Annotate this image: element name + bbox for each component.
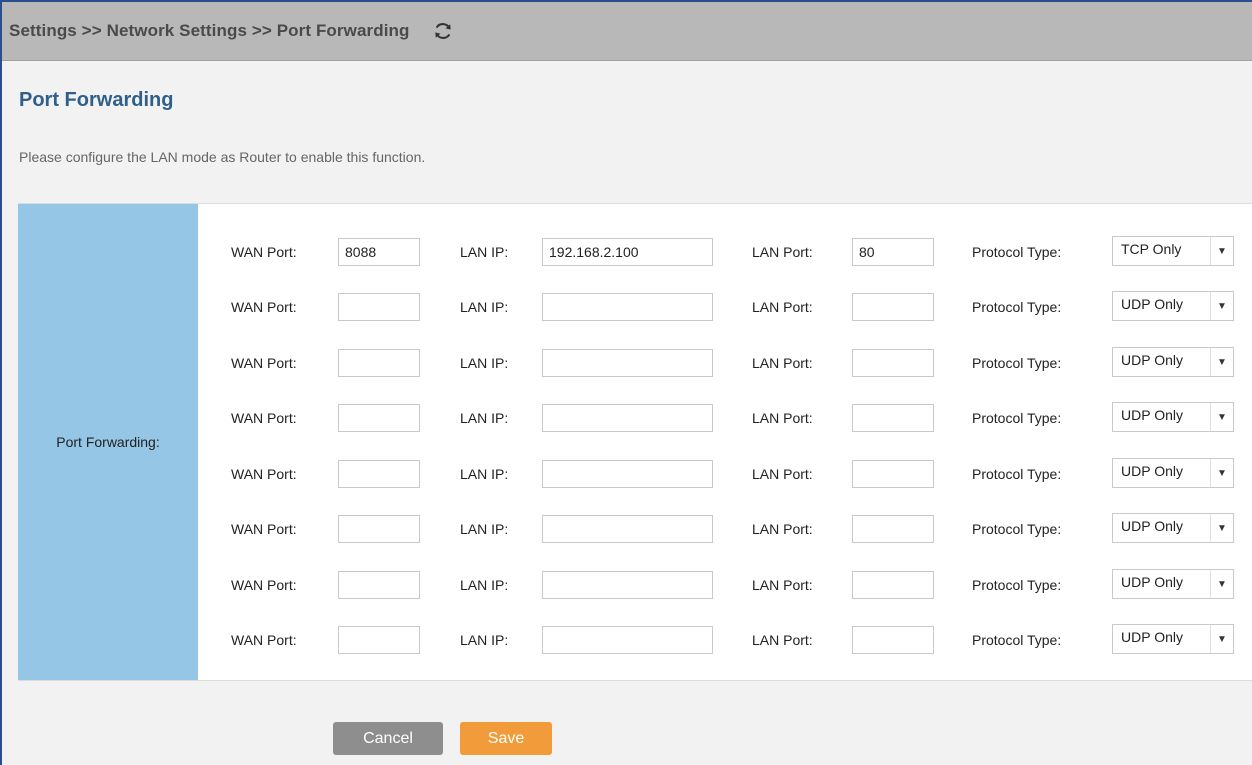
lan-ip-label: LAN IP: <box>460 299 509 315</box>
wan-port-input[interactable] <box>338 515 420 543</box>
wan-port-input[interactable] <box>338 460 420 488</box>
forwarding-rule-row: WAN Port: LAN IP: LAN Port: Protocol Type: U… <box>18 291 1252 323</box>
lan-ip-input[interactable] <box>542 460 713 488</box>
refresh-icon[interactable] <box>430 18 456 44</box>
lan-ip-input[interactable] <box>542 571 713 599</box>
wan-port-label: WAN Port: <box>231 410 297 426</box>
lan-ip-label: LAN IP: <box>460 410 509 426</box>
protocol-type-select[interactable]: UDP Only ▼ <box>1112 624 1234 654</box>
lan-ip-input[interactable] <box>542 626 713 654</box>
protocol-type-label: Protocol Type: <box>972 244 1062 260</box>
lan-ip-input[interactable] <box>542 349 713 377</box>
wan-port-label: WAN Port: <box>231 521 297 537</box>
protocol-type-label: Protocol Type: <box>972 577 1062 593</box>
wan-port-input[interactable] <box>338 404 420 432</box>
wan-port-label: WAN Port: <box>231 299 297 315</box>
protocol-selected-value: UDP Only <box>1121 463 1183 479</box>
lan-port-input[interactable] <box>852 238 934 266</box>
protocol-type-select[interactable]: UDP Only ▼ <box>1112 347 1234 377</box>
wan-port-input[interactable] <box>338 571 420 599</box>
wan-port-label: WAN Port: <box>231 632 297 648</box>
header-bar: Settings >> Network Settings >> Port For… <box>2 2 1252 61</box>
wan-port-label: WAN Port: <box>231 577 297 593</box>
lan-port-label: LAN Port: <box>752 355 813 371</box>
lan-ip-label: LAN IP: <box>460 244 509 260</box>
lan-port-input[interactable] <box>852 626 934 654</box>
lan-ip-label: LAN IP: <box>460 521 509 537</box>
section-label: Port Forwarding: <box>18 204 198 680</box>
lan-ip-label: LAN IP: <box>460 466 509 482</box>
protocol-type-label: Protocol Type: <box>972 466 1062 482</box>
forwarding-rule-row: WAN Port: LAN IP: LAN Port: Protocol Type: U… <box>18 624 1252 656</box>
wan-port-input[interactable] <box>338 349 420 377</box>
protocol-type-select[interactable]: UDP Only ▼ <box>1112 513 1234 543</box>
chevron-down-icon[interactable]: ▼ <box>1210 292 1233 320</box>
protocol-type-select[interactable]: UDP Only ▼ <box>1112 402 1234 432</box>
lan-port-label: LAN Port: <box>752 466 813 482</box>
lan-port-input[interactable] <box>852 460 934 488</box>
chevron-down-icon[interactable]: ▼ <box>1210 403 1233 431</box>
lan-port-input[interactable] <box>852 571 934 599</box>
breadcrumb: Settings >> Network Settings >> Port For… <box>9 21 410 40</box>
forwarding-rule-row: WAN Port: LAN IP: LAN Port: Protocol Type: U… <box>18 458 1252 490</box>
lan-port-input[interactable] <box>852 404 934 432</box>
lan-port-label: LAN Port: <box>752 577 813 593</box>
chevron-down-icon[interactable]: ▼ <box>1210 514 1233 542</box>
lan-port-input[interactable] <box>852 515 934 543</box>
chevron-down-icon[interactable]: ▼ <box>1210 625 1233 653</box>
lan-ip-label: LAN IP: <box>460 355 509 371</box>
protocol-selected-value: TCP Only <box>1121 241 1182 257</box>
chevron-down-icon[interactable]: ▼ <box>1210 237 1233 265</box>
lan-port-label: LAN Port: <box>752 410 813 426</box>
lan-ip-input[interactable] <box>542 515 713 543</box>
lan-port-label: LAN Port: <box>752 632 813 648</box>
chevron-down-icon[interactable]: ▼ <box>1210 348 1233 376</box>
protocol-type-label: Protocol Type: <box>972 410 1062 426</box>
protocol-type-label: Protocol Type: <box>972 632 1062 648</box>
protocol-selected-value: UDP Only <box>1121 407 1183 423</box>
lan-port-label: LAN Port: <box>752 299 813 315</box>
wan-port-label: WAN Port: <box>231 244 297 260</box>
forwarding-rule-row: WAN Port: LAN IP: LAN Port: Protocol Type: U… <box>18 347 1252 379</box>
chevron-down-icon[interactable]: ▼ <box>1210 459 1233 487</box>
chevron-down-icon[interactable]: ▼ <box>1210 570 1233 598</box>
cancel-button[interactable]: Cancel <box>333 722 443 755</box>
lan-ip-label: LAN IP: <box>460 577 509 593</box>
forwarding-rule-row: WAN Port: LAN IP: LAN Port: Protocol Type: T… <box>18 236 1252 268</box>
lan-mode-notice: Please configure the LAN mode as Router … <box>19 149 426 165</box>
protocol-selected-value: UDP Only <box>1121 518 1183 534</box>
lan-port-input[interactable] <box>852 349 934 377</box>
protocol-type-label: Protocol Type: <box>972 299 1062 315</box>
lan-port-input[interactable] <box>852 293 934 321</box>
port-forwarding-panel: Port Forwarding: WAN Port: LAN IP: LAN Por… <box>18 203 1252 681</box>
wan-port-input[interactable] <box>338 293 420 321</box>
lan-ip-label: LAN IP: <box>460 632 509 648</box>
lan-ip-input[interactable] <box>542 404 713 432</box>
forwarding-rule-row: WAN Port: LAN IP: LAN Port: Protocol Type: U… <box>18 513 1252 545</box>
page-title: Port Forwarding <box>19 89 174 111</box>
wan-port-label: WAN Port: <box>231 355 297 371</box>
wan-port-input[interactable] <box>338 626 420 654</box>
protocol-type-select[interactable]: UDP Only ▼ <box>1112 291 1234 321</box>
protocol-selected-value: UDP Only <box>1121 296 1183 312</box>
wan-port-label: WAN Port: <box>231 466 297 482</box>
lan-ip-input[interactable] <box>542 293 713 321</box>
protocol-type-label: Protocol Type: <box>972 521 1062 537</box>
protocol-type-select[interactable]: UDP Only ▼ <box>1112 458 1234 488</box>
forwarding-rule-row: WAN Port: LAN IP: LAN Port: Protocol Type: U… <box>18 569 1252 601</box>
wan-port-input[interactable] <box>338 238 420 266</box>
save-button[interactable]: Save <box>460 722 552 755</box>
lan-ip-input[interactable] <box>542 238 713 266</box>
protocol-type-select[interactable]: UDP Only ▼ <box>1112 569 1234 599</box>
lan-port-label: LAN Port: <box>752 521 813 537</box>
protocol-selected-value: UDP Only <box>1121 629 1183 645</box>
forwarding-rule-row: WAN Port: LAN IP: LAN Port: Protocol Type: U… <box>18 402 1252 434</box>
protocol-selected-value: UDP Only <box>1121 574 1183 590</box>
protocol-type-label: Protocol Type: <box>972 355 1062 371</box>
protocol-selected-value: UDP Only <box>1121 352 1183 368</box>
lan-port-label: LAN Port: <box>752 244 813 260</box>
protocol-type-select[interactable]: TCP Only ▼ <box>1112 236 1234 266</box>
